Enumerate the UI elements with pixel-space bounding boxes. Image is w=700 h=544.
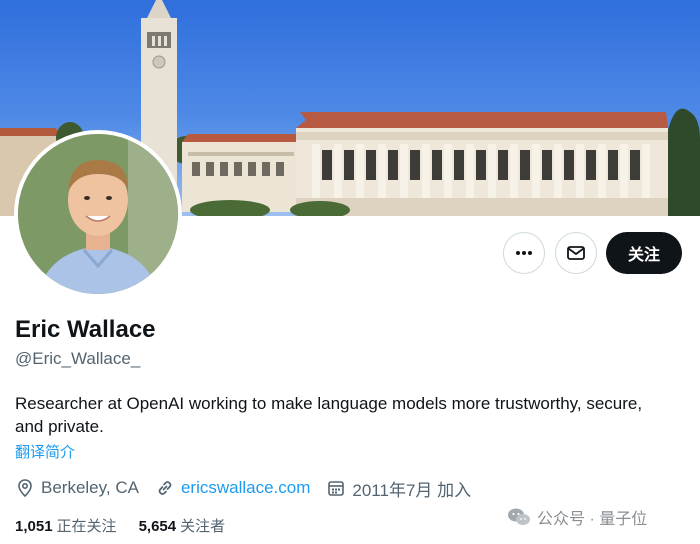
location-text: Berkeley, CA bbox=[41, 478, 139, 497]
joined-text: 2011年7月 加入 bbox=[352, 480, 472, 500]
message-button[interactable] bbox=[555, 232, 597, 274]
watermark: 公众号 · 量子位 bbox=[507, 505, 647, 529]
more-horizontal-icon bbox=[516, 251, 532, 255]
website-item[interactable]: ericswallace.com bbox=[155, 478, 310, 498]
location-item: Berkeley, CA bbox=[15, 478, 139, 498]
wechat-icon bbox=[508, 508, 530, 525]
profile-name: Eric Wallace bbox=[15, 316, 156, 343]
watermark-text: 公众号 · 量子位 bbox=[537, 511, 648, 528]
followers-label: 关注者 bbox=[180, 518, 226, 535]
more-button[interactable] bbox=[503, 232, 545, 274]
avatar-photo bbox=[18, 134, 178, 294]
profile-bio: Researcher at OpenAI working to make lan… bbox=[15, 394, 643, 436]
followers-link[interactable]: 5,654 关注者 bbox=[139, 515, 226, 536]
following-link[interactable]: 1,051 正在关注 bbox=[15, 515, 117, 536]
following-count: 1,051 bbox=[15, 518, 53, 535]
avatar[interactable] bbox=[14, 130, 182, 298]
location-pin-icon bbox=[18, 479, 32, 498]
website-link[interactable]: ericswallace.com bbox=[181, 478, 310, 498]
joined-item: 2011年7月 加入 bbox=[326, 476, 471, 501]
follow-button[interactable]: 关注 bbox=[606, 232, 682, 274]
envelope-icon bbox=[567, 246, 585, 260]
calendar-icon bbox=[328, 481, 345, 496]
profile-meta: Berkeley, CA ericswallace.com 2011年7月 加入 bbox=[15, 476, 487, 501]
profile-handle: @Eric_Wallace_ bbox=[15, 349, 141, 368]
link-icon bbox=[158, 481, 172, 495]
following-label: 正在关注 bbox=[56, 518, 117, 535]
follow-stats: 1,051 正在关注 5,654 关注者 bbox=[15, 515, 247, 536]
followers-count: 5,654 bbox=[138, 518, 177, 535]
translate-bio-link[interactable]: 翻译简介 bbox=[15, 441, 75, 462]
